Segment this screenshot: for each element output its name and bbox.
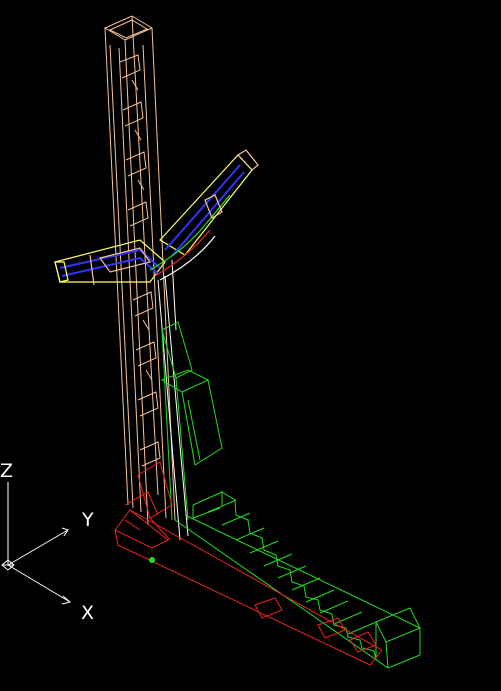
cross-arm — [54, 149, 259, 286]
staircase-wireframe — [174, 491, 421, 669]
support-column — [160, 321, 223, 521]
ucs-y-label: Y — [81, 509, 94, 531]
ucs-axis-icon[interactable] — [1, 482, 72, 605]
origin-marker — [149, 557, 155, 563]
cad-model-viewport[interactable]: Z Y X — [0, 0, 501, 691]
ucs-z-label: Z — [0, 460, 13, 482]
base-slab — [114, 461, 383, 666]
ucs-x-label: X — [81, 602, 94, 624]
